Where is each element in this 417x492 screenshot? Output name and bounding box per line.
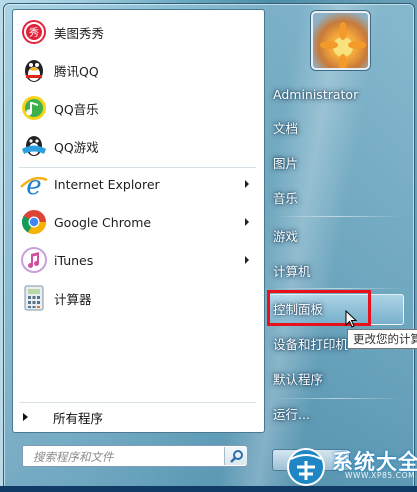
- search-input[interactable]: 搜索程序和文件: [22, 445, 247, 467]
- program-label: 计算器: [54, 291, 92, 307]
- program-item-internet-explorer[interactable]: e Internet Explorer: [13, 166, 264, 202]
- watermark-logo-icon: [287, 448, 325, 486]
- program-label: Internet Explorer: [54, 176, 160, 192]
- qq-game-icon: [22, 136, 46, 156]
- program-label: iTunes: [54, 252, 94, 268]
- qq-music-icon: [22, 96, 46, 120]
- program-label: QQ游戏: [54, 139, 99, 155]
- search-placeholder: 搜索程序和文件: [33, 450, 114, 464]
- link-computer[interactable]: 计算机: [273, 260, 311, 284]
- divider: [272, 398, 402, 399]
- svg-text:秀: 秀: [29, 27, 39, 39]
- program-item-itunes[interactable]: iTunes: [13, 242, 264, 278]
- qq-penguin-icon: [25, 60, 43, 82]
- divider: [19, 402, 256, 403]
- program-label: QQ音乐: [54, 101, 99, 117]
- flower-picture-icon: [320, 22, 366, 68]
- link-music[interactable]: 音乐: [273, 187, 298, 211]
- program-item-calculator[interactable]: 计算器: [13, 280, 264, 316]
- all-programs-label: 所有程序: [53, 410, 104, 426]
- chrome-icon: [21, 210, 47, 235]
- search-icon: [230, 450, 243, 463]
- play-arrow-icon: [23, 413, 28, 421]
- mouse-cursor-icon: [345, 310, 358, 328]
- divider: [272, 288, 402, 289]
- user-avatar[interactable]: [311, 11, 370, 70]
- itunes-icon: [21, 247, 47, 273]
- submenu-arrow-icon[interactable]: [245, 180, 249, 188]
- all-programs-button[interactable]: 所有程序: [13, 406, 264, 428]
- program-label: 美图秀秀: [54, 25, 105, 41]
- link-run[interactable]: 运行...: [273, 403, 310, 427]
- program-item-qq-music[interactable]: QQ音乐: [13, 90, 264, 126]
- link-devices-printers[interactable]: 设备和打印机: [273, 333, 348, 357]
- program-item-qq-game[interactable]: QQ游戏: [13, 128, 264, 164]
- calculator-icon: [24, 285, 44, 311]
- divider: [272, 216, 402, 217]
- program-label: 腾讯QQ: [54, 63, 99, 79]
- program-item-meitu[interactable]: 秀 美图秀秀: [13, 14, 264, 50]
- tooltip: 更改您的计算: [347, 329, 417, 349]
- user-name[interactable]: Administrator: [273, 83, 358, 107]
- program-item-qq[interactable]: 腾讯QQ: [13, 52, 264, 88]
- link-pictures[interactable]: 图片: [273, 152, 298, 176]
- internet-explorer-icon: e: [20, 171, 48, 198]
- svg-text:e: e: [26, 171, 41, 198]
- link-games[interactable]: 游戏: [273, 225, 298, 249]
- search-button[interactable]: [224, 447, 247, 465]
- meitu-icon: 秀: [22, 20, 46, 44]
- submenu-arrow-icon[interactable]: [245, 256, 249, 264]
- programs-pane: 秀 美图秀秀 腾讯QQ QQ音乐 QQ游戏 e Internet Explore…: [12, 9, 265, 433]
- program-label: Google Chrome: [54, 214, 152, 230]
- link-default-programs[interactable]: 默认程序: [273, 368, 323, 392]
- watermark-url: WWW.XP85.COM: [345, 471, 416, 480]
- submenu-arrow-icon[interactable]: [245, 218, 249, 226]
- program-item-google-chrome[interactable]: Google Chrome: [13, 204, 264, 240]
- link-documents[interactable]: 文档: [273, 117, 298, 141]
- taskbar-edge: [0, 486, 417, 492]
